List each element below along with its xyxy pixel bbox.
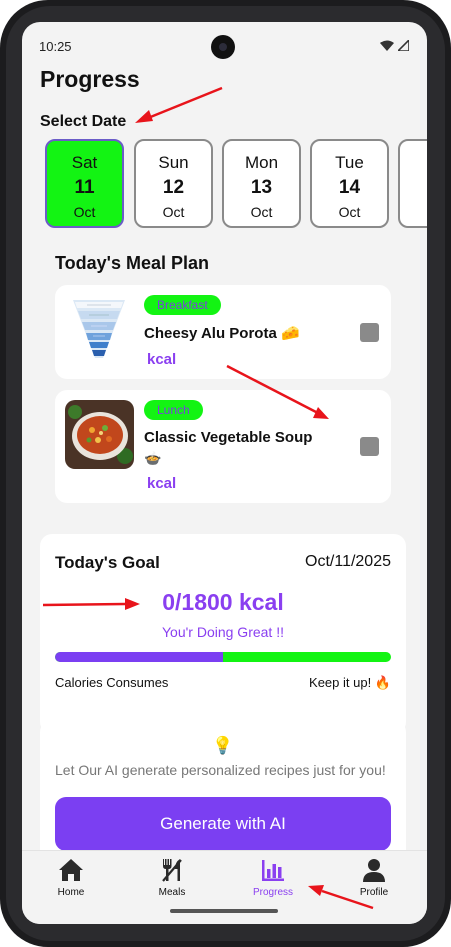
goal-footer-label: Calories Consumes — [55, 675, 169, 690]
goal-calories-value: 0/1800 kcal — [162, 589, 284, 615]
lightbulb-icon: 💡 — [212, 736, 234, 755]
nav-item-home[interactable]: Home — [31, 857, 111, 898]
goal-title: Today's Goal — [55, 553, 160, 572]
front-camera — [211, 35, 235, 59]
user-icon — [363, 859, 385, 882]
date-month: Oct — [250, 204, 273, 220]
ai-description: Let Our AI generate personalized recipes… — [55, 762, 386, 778]
meal-name: Cheesy Alu Porota 🧀 — [144, 325, 300, 342]
nav-item-profile[interactable]: Profile — [334, 857, 414, 898]
date-day: Sat — [71, 153, 98, 172]
utensils-icon — [162, 859, 182, 882]
nav-label: Progress — [252, 887, 293, 898]
app-screen: 10:25 Progress Select Date Sat 11 Oct Su… — [22, 22, 427, 924]
nav-label: Home — [57, 887, 85, 898]
status-bar: 10:25 — [22, 22, 427, 68]
date-card-tue-14[interactable]: Tue 14 Oct — [310, 139, 389, 228]
goal-footer-motivation: Keep it up! 🔥 — [309, 675, 391, 690]
meal-kcal: kcal — [147, 351, 177, 368]
calorie-progress-bar — [55, 652, 391, 662]
meal-type-badge: Breakfast — [144, 295, 221, 315]
meal-image-breakfast — [65, 294, 133, 362]
date-card-next-partial[interactable] — [398, 139, 427, 228]
status-icons — [380, 40, 409, 51]
generate-with-ai-button[interactable]: Generate with AI — [55, 797, 391, 851]
todays-goal-card: Today's Goal Oct/11/2025 0/1800 kcal You… — [40, 534, 406, 734]
meal-card-lunch[interactable]: Lunch Classic Vegetable Soup 🍲 kcal — [55, 390, 391, 503]
date-number: 14 — [338, 177, 361, 198]
date-number: 11 — [74, 177, 95, 198]
wifi-icon — [380, 40, 394, 51]
meal-type-badge: Lunch — [144, 400, 203, 420]
nav-label: Meals — [158, 887, 186, 898]
date-number: 13 — [250, 177, 273, 198]
meal-card-breakfast[interactable]: Breakfast Cheesy Alu Porota 🧀 kcal — [55, 285, 391, 379]
status-time: 10:25 — [39, 39, 72, 54]
date-day: Mon — [244, 153, 279, 172]
date-selector[interactable]: Sat 11 Oct Sun 12 Oct Mon 13 Oct Tue 14 … — [45, 139, 427, 229]
date-month: Oct — [338, 204, 361, 220]
nav-label: Profile — [359, 887, 389, 898]
date-month: Oct — [162, 204, 185, 220]
home-icon — [59, 859, 83, 881]
date-number: 12 — [162, 177, 185, 198]
calorie-progress-fill — [55, 652, 223, 662]
goal-date: Oct/11/2025 — [305, 553, 391, 570]
date-card-sat-11[interactable]: Sat 11 Oct — [45, 139, 124, 228]
meal-name-emoji: 🍲 — [144, 450, 162, 466]
bar-chart-icon — [262, 860, 284, 881]
home-indicator[interactable] — [170, 909, 278, 913]
date-card-mon-13[interactable]: Mon 13 Oct — [222, 139, 301, 228]
signal-icon — [398, 40, 409, 51]
date-card-sun-12[interactable]: Sun 12 Oct — [134, 139, 213, 228]
page-title: Progress — [40, 66, 140, 92]
meal-checkbox[interactable] — [360, 437, 379, 456]
nav-item-meals[interactable]: Meals — [132, 857, 212, 898]
date-month: Oct — [73, 204, 96, 220]
date-day: Sun — [158, 153, 189, 172]
goal-message: You'r Doing Great !! — [161, 624, 284, 640]
date-day: Tue — [335, 153, 364, 172]
meal-image-lunch — [65, 400, 134, 469]
meal-kcal: kcal — [147, 475, 177, 492]
nav-item-progress[interactable]: Progress — [233, 857, 313, 898]
meal-checkbox[interactable] — [360, 323, 379, 342]
meal-name: Classic Vegetable Soup — [144, 429, 313, 446]
select-date-label: Select Date — [40, 113, 127, 130]
meal-plan-title: Today's Meal Plan — [55, 253, 209, 273]
